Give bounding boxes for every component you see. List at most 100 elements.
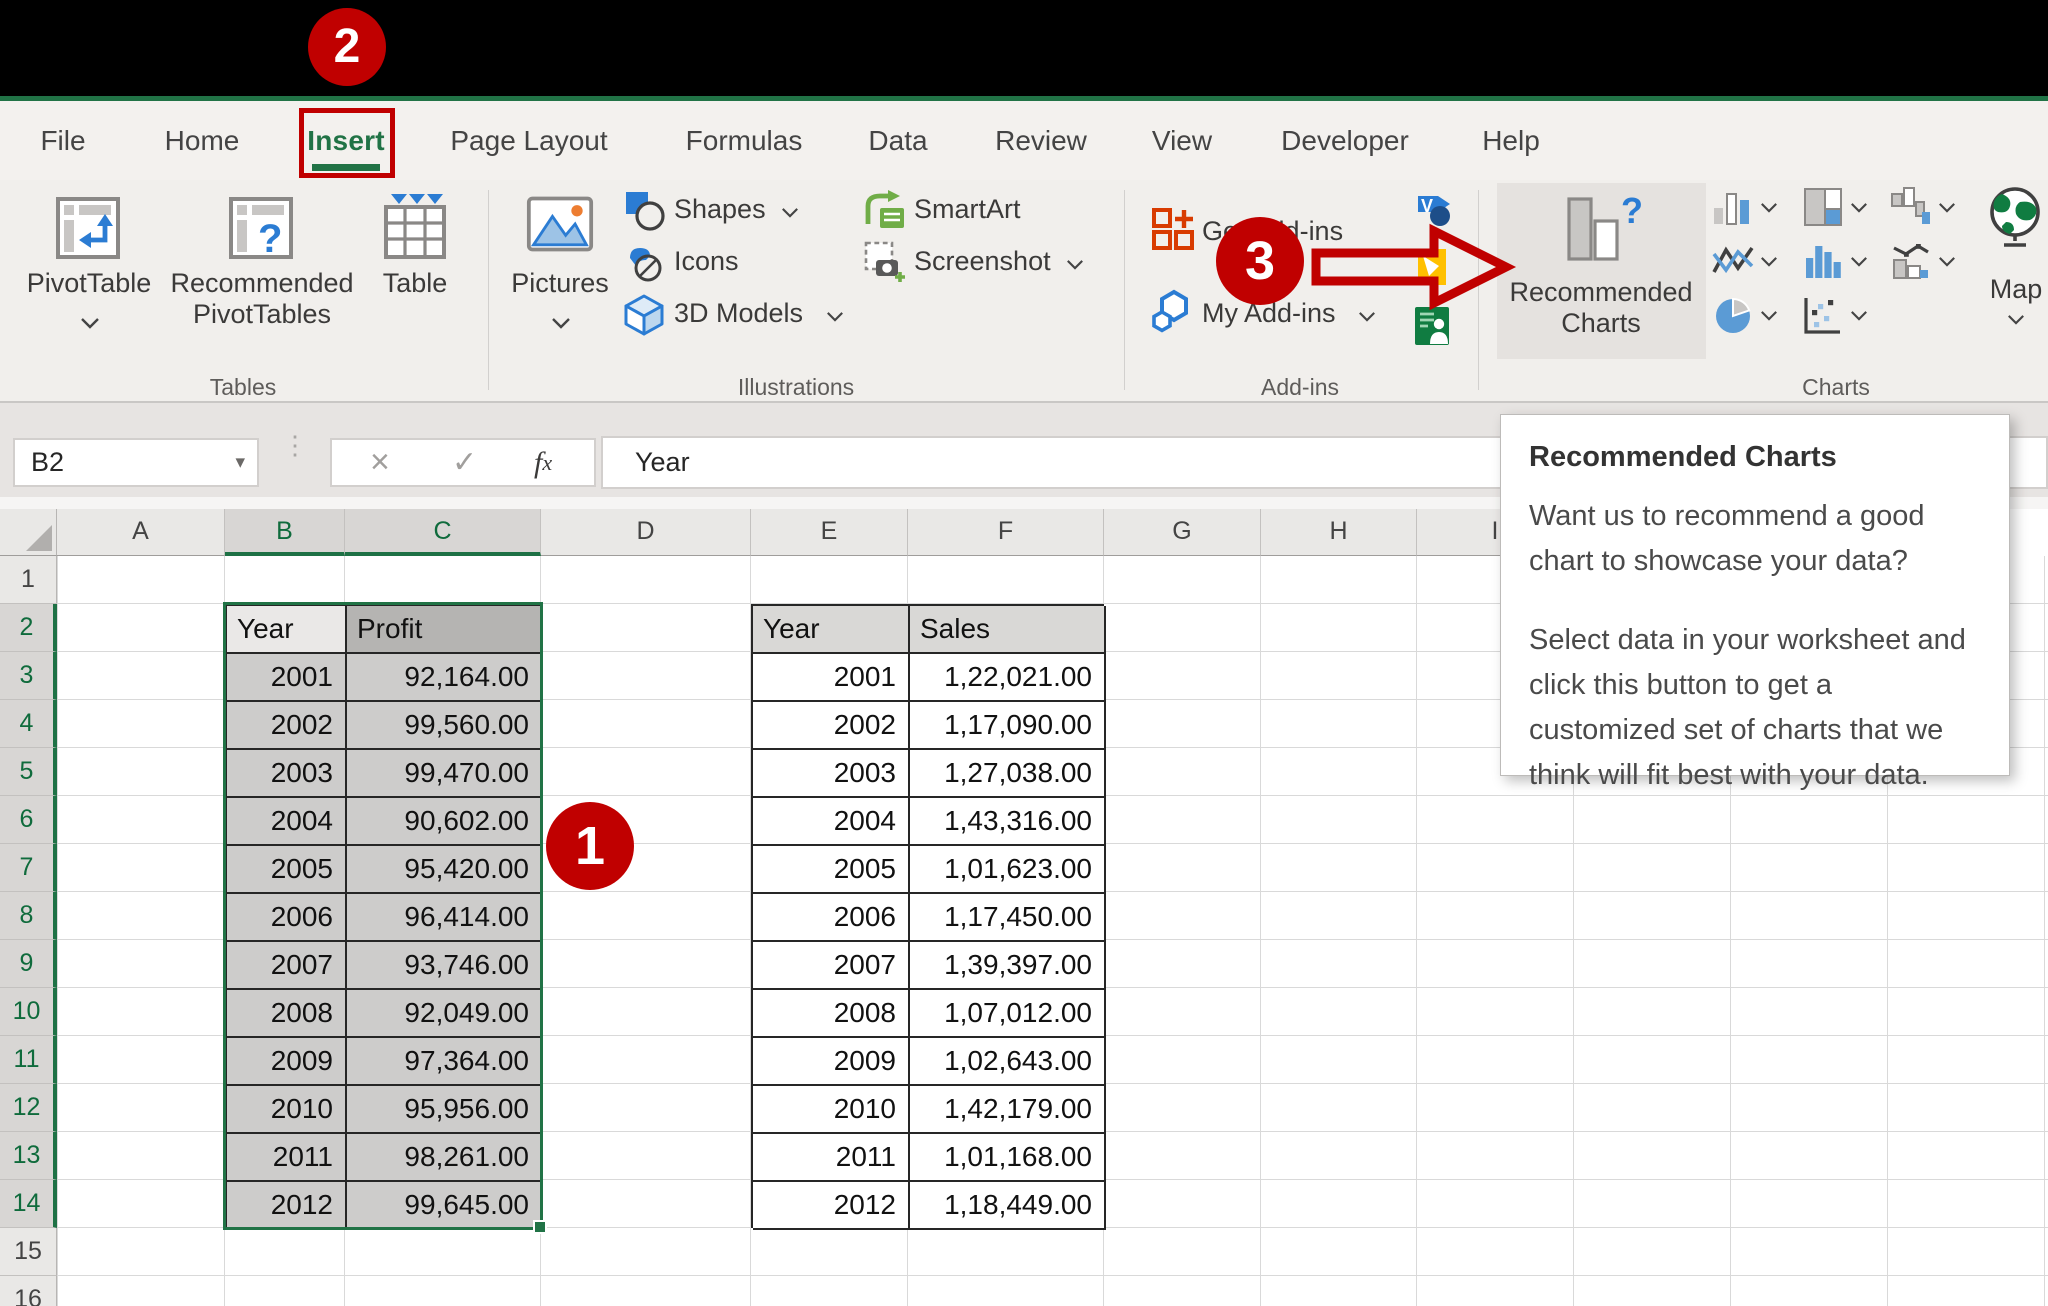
- data-cell[interactable]: 98,261.00: [347, 1134, 543, 1182]
- table-button[interactable]: Table: [383, 268, 448, 299]
- data-cell[interactable]: 1,01,623.00: [910, 846, 1106, 894]
- my-add-ins-icon[interactable]: [1150, 288, 1196, 339]
- tab-review[interactable]: Review: [995, 101, 1087, 180]
- data-cell[interactable]: 1,02,643.00: [910, 1038, 1106, 1086]
- icons-button[interactable]: Icons: [674, 246, 739, 277]
- data-cell[interactable]: 99,560.00: [347, 702, 543, 750]
- pivottable-icon[interactable]: [55, 196, 123, 267]
- insert-column-chart-button[interactable]: [1712, 186, 1754, 233]
- data-cell[interactable]: 2004: [227, 798, 347, 846]
- insert-line-chart-button[interactable]: [1712, 240, 1754, 287]
- row-header-11[interactable]: 11: [0, 1036, 57, 1084]
- tab-formulas[interactable]: Formulas: [686, 101, 803, 180]
- 3d-models-button[interactable]: 3D Models: [674, 298, 844, 329]
- recommended-pivottables-button[interactable]: Recommended PivotTables: [170, 268, 353, 330]
- data-cell[interactable]: 1,43,316.00: [910, 798, 1106, 846]
- data-cell[interactable]: 92,049.00: [347, 990, 543, 1038]
- data-cell[interactable]: 2006: [227, 894, 347, 942]
- chevron-down-icon[interactable]: [2007, 312, 2025, 330]
- tab-insert[interactable]: Insert: [307, 101, 384, 180]
- name-box-dropdown-icon[interactable]: ▾: [235, 440, 245, 485]
- data-cell[interactable]: 2001: [753, 654, 910, 702]
- data-cell[interactable]: 1,18,449.00: [910, 1182, 1106, 1230]
- data-cell[interactable]: 2008: [753, 990, 910, 1038]
- icons-icon[interactable]: [622, 240, 666, 289]
- row-header-9[interactable]: 9: [0, 940, 57, 988]
- data-cell[interactable]: 95,956.00: [347, 1086, 543, 1134]
- data-cell[interactable]: 2007: [753, 942, 910, 990]
- data-cell[interactable]: 2003: [753, 750, 910, 798]
- maps-button[interactable]: Map: [1990, 274, 2043, 305]
- data-cell[interactable]: 2011: [753, 1134, 910, 1182]
- row-header-6[interactable]: 6: [0, 796, 57, 844]
- data-cell[interactable]: 97,364.00: [347, 1038, 543, 1086]
- data-cell[interactable]: 2010: [227, 1086, 347, 1134]
- pivottable-button[interactable]: PivotTable: [27, 268, 152, 299]
- col-header-F[interactable]: F: [908, 509, 1104, 556]
- chevron-down-icon[interactable]: [1760, 308, 1778, 326]
- shapes-icon[interactable]: [622, 188, 666, 237]
- tab-home[interactable]: Home: [165, 101, 240, 180]
- cancel-icon[interactable]: ×: [370, 440, 390, 485]
- data-cell[interactable]: 2001: [227, 654, 347, 702]
- enter-icon[interactable]: ✓: [452, 440, 477, 485]
- col-header-C[interactable]: C: [345, 509, 541, 556]
- screenshot-button[interactable]: Screenshot: [914, 246, 1084, 277]
- data-cell[interactable]: 90,602.00: [347, 798, 543, 846]
- data-cell[interactable]: 2004: [753, 798, 910, 846]
- data-cell[interactable]: 1,39,397.00: [910, 942, 1106, 990]
- insert-pie-chart-button[interactable]: [1712, 294, 1754, 341]
- data-cell[interactable]: 1,22,021.00: [910, 654, 1106, 702]
- row-header-7[interactable]: 7: [0, 844, 57, 892]
- 3d-models-icon[interactable]: [622, 292, 666, 341]
- chevron-down-icon[interactable]: [1760, 254, 1778, 272]
- row-header-12[interactable]: 12: [0, 1084, 57, 1132]
- row-header-13[interactable]: 13: [0, 1132, 57, 1180]
- insert-statistic-chart-button[interactable]: [1802, 240, 1844, 287]
- selection-fill-handle[interactable]: [533, 1220, 547, 1234]
- data-cell[interactable]: 1,17,450.00: [910, 894, 1106, 942]
- chevron-down-icon[interactable]: [1938, 254, 1956, 272]
- pictures-icon[interactable]: [526, 194, 594, 259]
- data-cell[interactable]: 2008: [227, 990, 347, 1038]
- col-header-G[interactable]: G: [1104, 509, 1261, 556]
- insert-hierarchy-chart-button[interactable]: [1802, 186, 1844, 233]
- tab-data[interactable]: Data: [868, 101, 927, 180]
- row-header-14[interactable]: 14: [0, 1180, 57, 1228]
- data-cell[interactable]: 2005: [227, 846, 347, 894]
- data-cell[interactable]: 2011: [227, 1134, 347, 1182]
- header-cell[interactable]: Year: [753, 606, 910, 654]
- screenshot-icon[interactable]: [862, 240, 906, 289]
- data-cell[interactable]: 2012: [227, 1182, 347, 1230]
- row-header-1[interactable]: 1: [0, 556, 57, 604]
- row-header-15[interactable]: 15: [0, 1228, 57, 1276]
- get-add-ins-icon[interactable]: [1150, 206, 1196, 257]
- data-cell[interactable]: 92,164.00: [347, 654, 543, 702]
- data-cell[interactable]: 2010: [753, 1086, 910, 1134]
- data-cell[interactable]: 99,470.00: [347, 750, 543, 798]
- col-header-A[interactable]: A: [57, 509, 225, 556]
- col-header-D[interactable]: D: [541, 509, 751, 556]
- tab-file[interactable]: File: [40, 101, 85, 180]
- data-cell[interactable]: 2009: [227, 1038, 347, 1086]
- row-header-8[interactable]: 8: [0, 892, 57, 940]
- chevron-down-icon[interactable]: [1850, 254, 1868, 272]
- row-header-3[interactable]: 3: [0, 652, 57, 700]
- data-cell[interactable]: 2003: [227, 750, 347, 798]
- insert-combo-chart-button[interactable]: [1890, 240, 1932, 287]
- smartart-icon[interactable]: [862, 188, 906, 237]
- chevron-down-icon[interactable]: [80, 316, 100, 334]
- tab-help[interactable]: Help: [1482, 101, 1540, 180]
- data-cell[interactable]: 2012: [753, 1182, 910, 1230]
- header-cell[interactable]: Profit: [347, 606, 543, 654]
- header-cell[interactable]: Year: [227, 606, 347, 654]
- row-header-16[interactable]: 16: [0, 1276, 57, 1306]
- select-all-button[interactable]: [0, 509, 57, 556]
- smartart-button[interactable]: SmartArt: [914, 194, 1021, 225]
- data-cell[interactable]: 95,420.00: [347, 846, 543, 894]
- data-cell[interactable]: 2009: [753, 1038, 910, 1086]
- shapes-button[interactable]: Shapes: [674, 194, 799, 225]
- data-cell[interactable]: 2006: [753, 894, 910, 942]
- data-cell[interactable]: 2002: [753, 702, 910, 750]
- tab-page-layout[interactable]: Page Layout: [450, 101, 607, 180]
